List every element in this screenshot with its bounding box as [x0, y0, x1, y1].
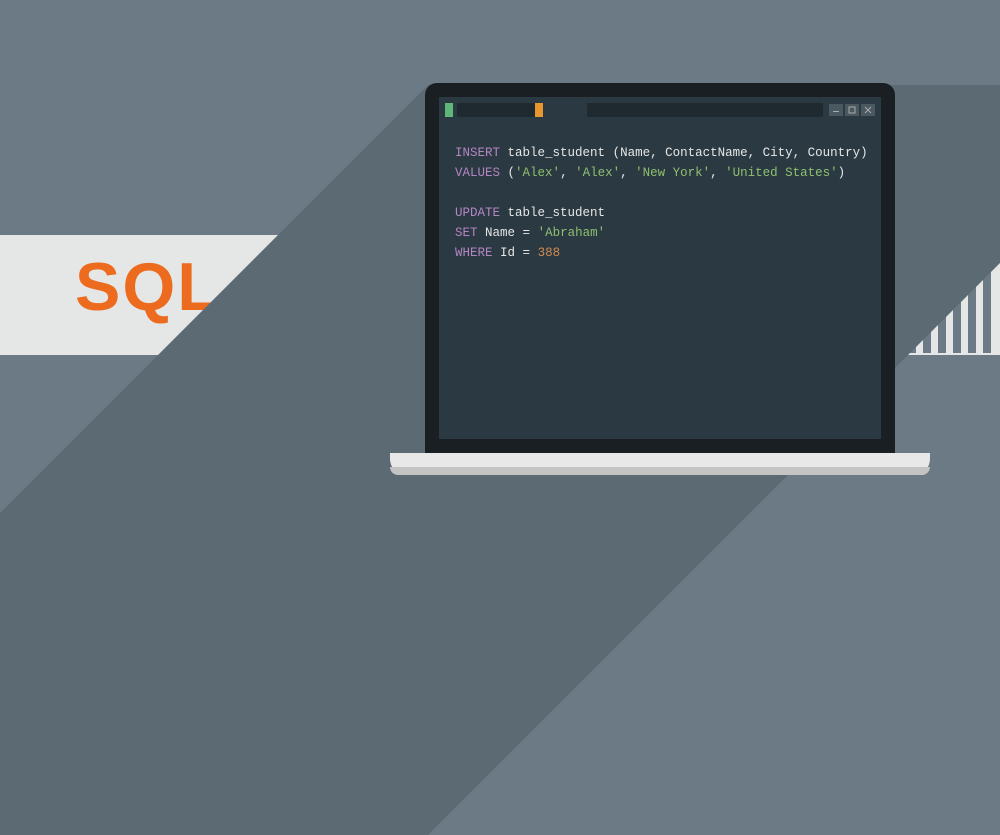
where-value: 388 [538, 246, 561, 260]
titlebar-indicator-orange [535, 103, 543, 117]
keyword-update: UPDATE [455, 206, 500, 220]
where-column: Id [500, 246, 515, 260]
value-1: 'Alex' [515, 166, 560, 180]
close-icon[interactable] [861, 104, 875, 116]
value-2: 'Alex' [575, 166, 620, 180]
titlebar-address [587, 103, 823, 117]
laptop-base [390, 453, 930, 475]
titlebar-segment [457, 103, 537, 117]
window-controls [829, 104, 875, 116]
terminal-titlebar [439, 97, 881, 119]
value-4: 'United States' [725, 166, 838, 180]
set-column: Name [485, 226, 515, 240]
laptop: INSERT table_student (Name, ContactName,… [425, 83, 930, 475]
titlebar-indicator-green [445, 103, 453, 117]
update-table: table_student [508, 206, 606, 220]
minimize-icon[interactable] [829, 104, 843, 116]
table-name: table_student [508, 146, 606, 160]
keyword-values: VALUES [455, 166, 500, 180]
terminal-screen: INSERT table_student (Name, ContactName,… [439, 97, 881, 439]
set-value: 'Abraham' [538, 226, 606, 240]
column-list: (Name, ContactName, City, Country) [613, 146, 868, 160]
code-area: INSERT table_student (Name, ContactName,… [439, 119, 881, 287]
keyword-insert: INSERT [455, 146, 500, 160]
value-3: 'New York' [635, 166, 710, 180]
keyword-where: WHERE [455, 246, 493, 260]
screen-bezel: INSERT table_student (Name, ContactName,… [425, 83, 895, 453]
keyword-set: SET [455, 226, 478, 240]
maximize-icon[interactable] [845, 104, 859, 116]
